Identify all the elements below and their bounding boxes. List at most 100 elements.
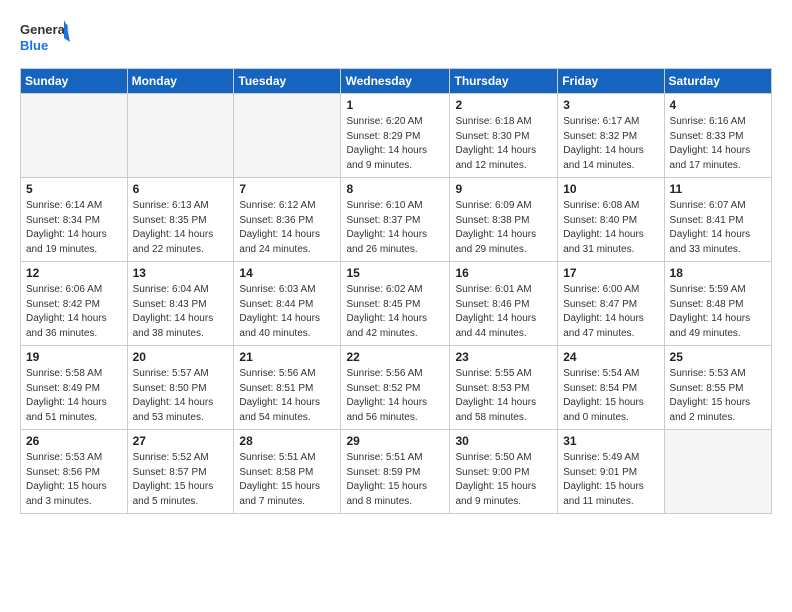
day-content: Sunrise: 5:53 AMSunset: 8:56 PMDaylight:… (26, 451, 122, 509)
calendar-day-cell: 20Sunrise: 5:57 AMSunset: 8:50 PMDayligh… (127, 346, 234, 430)
calendar-day-cell: 6 Sunrise: 6:13 AMSunset: 8:35 PMDaylight… (127, 178, 234, 262)
day-content: Sunrise: 5:55 AMSunset: 8:53 PMDaylight:… (455, 367, 552, 425)
day-content: Sunrise: 6:03 AMSunset: 8:44 PMDaylight:… (239, 283, 335, 341)
day-number: 31 (563, 434, 658, 448)
calendar-day-cell (234, 94, 341, 178)
calendar-day-cell: 8Sunrise: 6:10 AMSunset: 8:37 PMDaylight… (341, 178, 450, 262)
weekday-header-cell: Thursday (450, 69, 558, 94)
day-content: Sunrise: 6:12 AMSunset: 8:36 PMDaylight:… (239, 199, 335, 257)
calendar-day-cell: 24 Sunrise: 5:54 AMSunset: 8:54 PMDayligh… (558, 346, 664, 430)
day-number: 24 (563, 350, 658, 364)
calendar-day-cell: 11 Sunrise: 6:07 AMSunset: 8:41 PMDayligh… (664, 178, 771, 262)
calendar-day-cell: 2 Sunrise: 6:18 AMSunset: 8:30 PMDaylight… (450, 94, 558, 178)
day-content: Sunrise: 5:49 AMSunset: 9:01 PMDaylight:… (563, 451, 658, 509)
day-number: 5 (26, 182, 122, 196)
calendar-day-cell: 29 Sunrise: 5:51 AMSunset: 8:59 PMDayligh… (341, 430, 450, 514)
svg-text:Blue: Blue (20, 38, 48, 53)
day-number: 22 (346, 350, 444, 364)
day-number: 15 (346, 266, 444, 280)
day-content: Sunrise: 6:18 AMSunset: 8:30 PMDaylight:… (455, 115, 552, 173)
calendar-week-row: 19Sunrise: 5:58 AMSunset: 8:49 PMDayligh… (21, 346, 772, 430)
day-number: 10 (563, 182, 658, 196)
weekday-header-cell: Sunday (21, 69, 128, 94)
calendar-day-cell: 14 Sunrise: 6:03 AMSunset: 8:44 PMDayligh… (234, 262, 341, 346)
day-number: 26 (26, 434, 122, 448)
calendar-day-cell: 13 Sunrise: 6:04 AMSunset: 8:43 PMDayligh… (127, 262, 234, 346)
day-number: 23 (455, 350, 552, 364)
calendar-day-cell: 31 Sunrise: 5:49 AMSunset: 9:01 PMDayligh… (558, 430, 664, 514)
day-content: Sunrise: 5:51 AMSunset: 8:59 PMDaylight:… (346, 451, 444, 509)
weekday-header-cell: Tuesday (234, 69, 341, 94)
calendar-day-cell: 3Sunrise: 6:17 AMSunset: 8:32 PMDaylight… (558, 94, 664, 178)
day-content: Sunrise: 5:59 AMSunset: 8:48 PMDaylight:… (670, 283, 766, 341)
weekday-header-cell: Saturday (664, 69, 771, 94)
weekday-header-cell: Monday (127, 69, 234, 94)
day-number: 27 (133, 434, 229, 448)
page-header: General Blue (20, 16, 772, 58)
day-content: Sunrise: 5:53 AMSunset: 8:55 PMDaylight:… (670, 367, 766, 425)
calendar-day-cell: 30 Sunrise: 5:50 AMSunset: 9:00 PMDayligh… (450, 430, 558, 514)
day-content: Sunrise: 6:00 AMSunset: 8:47 PMDaylight:… (563, 283, 658, 341)
day-content: Sunrise: 6:08 AMSunset: 8:40 PMDaylight:… (563, 199, 658, 257)
day-number: 16 (455, 266, 552, 280)
calendar-day-cell: 7 Sunrise: 6:12 AMSunset: 8:36 PMDaylight… (234, 178, 341, 262)
day-content: Sunrise: 5:58 AMSunset: 8:49 PMDaylight:… (26, 367, 122, 425)
day-content: Sunrise: 6:09 AMSunset: 8:38 PMDaylight:… (455, 199, 552, 257)
calendar-day-cell: 18Sunrise: 5:59 AMSunset: 8:48 PMDayligh… (664, 262, 771, 346)
logo-svg: General Blue (20, 16, 70, 58)
svg-text:General: General (20, 22, 68, 37)
calendar-day-cell: 28Sunrise: 5:51 AMSunset: 8:58 PMDayligh… (234, 430, 341, 514)
calendar-week-row: 26 Sunrise: 5:53 AMSunset: 8:56 PMDayligh… (21, 430, 772, 514)
day-number: 6 (133, 182, 229, 196)
day-content: Sunrise: 6:04 AMSunset: 8:43 PMDaylight:… (133, 283, 229, 341)
day-content: Sunrise: 6:10 AMSunset: 8:37 PMDaylight:… (346, 199, 444, 257)
day-number: 1 (346, 98, 444, 112)
day-number: 29 (346, 434, 444, 448)
calendar-day-cell: 27Sunrise: 5:52 AMSunset: 8:57 PMDayligh… (127, 430, 234, 514)
calendar-day-cell (21, 94, 128, 178)
day-number: 14 (239, 266, 335, 280)
calendar-week-row: 5Sunrise: 6:14 AMSunset: 8:34 PMDaylight… (21, 178, 772, 262)
calendar-table: SundayMondayTuesdayWednesdayThursdayFrid… (20, 68, 772, 514)
calendar-day-cell: 21 Sunrise: 5:56 AMSunset: 8:51 PMDayligh… (234, 346, 341, 430)
day-content: Sunrise: 5:56 AMSunset: 8:52 PMDaylight:… (346, 367, 444, 425)
calendar-day-cell: 4Sunrise: 6:16 AMSunset: 8:33 PMDaylight… (664, 94, 771, 178)
weekday-header-cell: Wednesday (341, 69, 450, 94)
day-number: 17 (563, 266, 658, 280)
day-content: Sunrise: 6:16 AMSunset: 8:33 PMDaylight:… (670, 115, 766, 173)
day-content: Sunrise: 6:07 AMSunset: 8:41 PMDaylight:… (670, 199, 766, 257)
day-content: Sunrise: 6:13 AMSunset: 8:35 PMDaylight:… (133, 199, 229, 257)
calendar-day-cell (127, 94, 234, 178)
day-number: 30 (455, 434, 552, 448)
calendar-day-cell: 9 Sunrise: 6:09 AMSunset: 8:38 PMDaylight… (450, 178, 558, 262)
day-number: 12 (26, 266, 122, 280)
day-content: Sunrise: 6:20 AMSunset: 8:29 PMDaylight:… (346, 115, 444, 173)
day-number: 21 (239, 350, 335, 364)
calendar-day-cell: 12Sunrise: 6:06 AMSunset: 8:42 PMDayligh… (21, 262, 128, 346)
calendar-day-cell (664, 430, 771, 514)
day-number: 25 (670, 350, 766, 364)
day-content: Sunrise: 5:50 AMSunset: 9:00 PMDaylight:… (455, 451, 552, 509)
day-number: 7 (239, 182, 335, 196)
calendar-day-cell: 23 Sunrise: 5:55 AMSunset: 8:53 PMDayligh… (450, 346, 558, 430)
calendar-week-row: 12Sunrise: 6:06 AMSunset: 8:42 PMDayligh… (21, 262, 772, 346)
weekday-header-row: SundayMondayTuesdayWednesdayThursdayFrid… (21, 69, 772, 94)
calendar-day-cell: 10 Sunrise: 6:08 AMSunset: 8:40 PMDayligh… (558, 178, 664, 262)
calendar-day-cell: 19Sunrise: 5:58 AMSunset: 8:49 PMDayligh… (21, 346, 128, 430)
day-content: Sunrise: 5:56 AMSunset: 8:51 PMDaylight:… (239, 367, 335, 425)
day-number: 2 (455, 98, 552, 112)
day-content: Sunrise: 5:54 AMSunset: 8:54 PMDaylight:… (563, 367, 658, 425)
day-number: 11 (670, 182, 766, 196)
calendar-day-cell: 26 Sunrise: 5:53 AMSunset: 8:56 PMDayligh… (21, 430, 128, 514)
calendar-day-cell: 15Sunrise: 6:02 AMSunset: 8:45 PMDayligh… (341, 262, 450, 346)
day-content: Sunrise: 6:17 AMSunset: 8:32 PMDaylight:… (563, 115, 658, 173)
calendar-day-cell: 1 Sunrise: 6:20 AMSunset: 8:29 PMDaylight… (341, 94, 450, 178)
day-number: 13 (133, 266, 229, 280)
day-number: 20 (133, 350, 229, 364)
calendar-day-cell: 25 Sunrise: 5:53 AMSunset: 8:55 PMDayligh… (664, 346, 771, 430)
calendar-day-cell: 22 Sunrise: 5:56 AMSunset: 8:52 PMDayligh… (341, 346, 450, 430)
day-number: 9 (455, 182, 552, 196)
calendar-day-cell: 5Sunrise: 6:14 AMSunset: 8:34 PMDaylight… (21, 178, 128, 262)
logo: General Blue (20, 16, 70, 58)
calendar-day-cell: 16Sunrise: 6:01 AMSunset: 8:46 PMDayligh… (450, 262, 558, 346)
